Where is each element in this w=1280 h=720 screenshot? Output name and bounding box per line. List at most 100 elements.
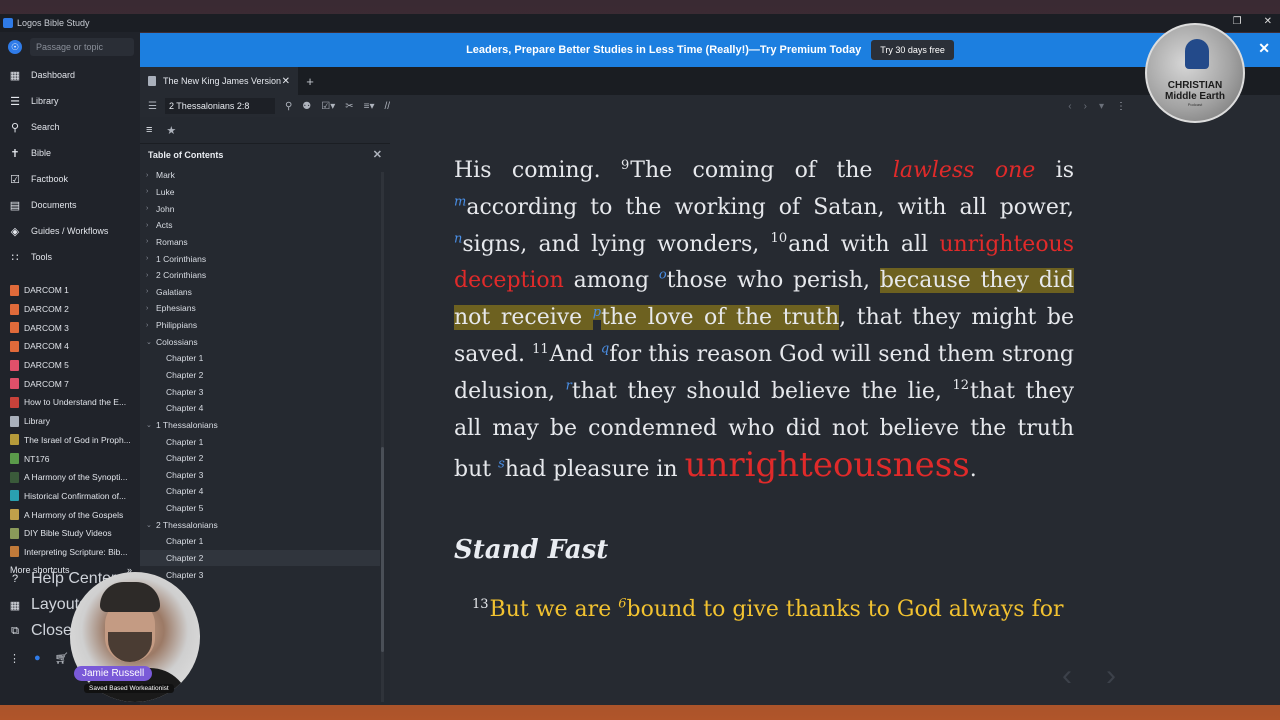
people-icon[interactable]: ⚉ xyxy=(302,101,311,112)
shortcut-item[interactable]: Historical Confirmation of... xyxy=(0,487,140,506)
cross-reference-marker[interactable]: q xyxy=(601,342,609,357)
shortcut-item[interactable]: DIY Bible Study Videos xyxy=(0,524,140,543)
shortcut-item[interactable]: Library xyxy=(0,412,140,431)
panel-menu-icon[interactable]: ⋮ xyxy=(1116,101,1126,112)
shortcut-item[interactable]: A Harmony of the Gospels xyxy=(0,505,140,524)
verse-number[interactable]: 11 xyxy=(532,342,549,357)
toc-chapter-item[interactable]: Chapter 1 xyxy=(140,533,380,550)
toc-book-item[interactable]: › Romans xyxy=(140,234,380,251)
chevron-right-icon[interactable]: › xyxy=(146,172,156,179)
toc-chapter-item[interactable]: Chapter 3 xyxy=(140,566,380,583)
toc-book-item[interactable]: › John xyxy=(140,200,380,217)
parallel-icon[interactable]: // xyxy=(385,101,391,112)
toc-chapter-item[interactable]: Chapter 3 xyxy=(140,383,380,400)
chevron-right-icon[interactable]: › xyxy=(146,272,156,279)
toc-scroll-thumb[interactable] xyxy=(381,447,384,652)
sidebar-item-dashboard[interactable]: ▦ Dashboard xyxy=(0,62,140,88)
chevron-right-icon[interactable]: › xyxy=(146,205,156,212)
chevron-right-icon[interactable]: › xyxy=(146,238,156,245)
history-dropdown-icon[interactable]: ▾ xyxy=(1099,101,1104,112)
close-banner-icon[interactable]: ✕ xyxy=(1258,40,1270,57)
sidebar-item-tools[interactable]: ∷ Tools xyxy=(0,244,140,270)
logos-home-icon[interactable]: ☉ xyxy=(8,40,22,54)
verse-number[interactable]: 10 xyxy=(771,231,788,246)
toc-chapter-item[interactable]: Chapter 4 xyxy=(140,483,380,500)
toc-book-item[interactable]: › Galatians xyxy=(140,283,380,300)
chevron-right-icon[interactable]: › xyxy=(146,288,156,295)
toc-book-item[interactable]: › Ephesians xyxy=(140,300,380,317)
chevron-down-icon[interactable]: ⌄ xyxy=(146,521,156,529)
verse-number[interactable]: 9 xyxy=(621,158,629,173)
shortcut-item[interactable]: DARCOM 2 xyxy=(0,300,140,319)
shortcut-item[interactable]: NT176 xyxy=(0,449,140,468)
next-page-icon[interactable]: › xyxy=(1106,659,1116,693)
shortcut-item[interactable]: DARCOM 4 xyxy=(0,337,140,356)
toc-chapter-item[interactable]: Chapter 2 xyxy=(140,549,380,567)
sidebar-item-factbook[interactable]: ☑ Factbook xyxy=(0,166,140,192)
text-display-icon[interactable]: ≡▾ xyxy=(364,101,375,112)
cross-reference-marker[interactable]: p xyxy=(592,304,602,320)
forward-icon[interactable]: › xyxy=(1084,101,1087,112)
toc-book-item[interactable]: › 1 Corinthians xyxy=(140,250,380,267)
toc-chapter-item[interactable]: Chapter 1 xyxy=(140,350,380,367)
shortcut-item[interactable]: Interpreting Scripture: Bib... xyxy=(0,543,140,562)
visual-filters-icon[interactable]: ☑▾ xyxy=(321,101,335,112)
back-icon[interactable]: ‹ xyxy=(1068,101,1071,112)
chevron-down-icon[interactable]: ⌄ xyxy=(146,421,156,429)
shortcut-item[interactable]: DARCOM 1 xyxy=(0,281,140,300)
inline-icon[interactable]: ✂ xyxy=(345,101,353,112)
verse-number[interactable]: 12 xyxy=(952,378,969,393)
account-icon[interactable]: ● xyxy=(34,652,41,664)
toc-book-item[interactable]: › 2 Corinthians xyxy=(140,267,380,284)
toc-book-item[interactable]: ⌄ 1 Thessalonians xyxy=(140,417,380,434)
shortcut-item[interactable]: DARCOM 7 xyxy=(0,374,140,393)
verse-number[interactable]: 13 xyxy=(472,597,489,612)
toc-list-icon[interactable]: ≡ xyxy=(146,124,152,136)
chevron-right-icon[interactable]: › xyxy=(146,305,156,312)
sidebar-item-guides[interactable]: ◈ Guides / Workflows xyxy=(0,218,140,244)
shortcut-item[interactable]: A Harmony of the Synopti... xyxy=(0,468,140,487)
highlighted-text[interactable]: the love of the truth xyxy=(601,305,840,331)
toc-book-item[interactable]: ⌄ 2 Thessalonians xyxy=(140,516,380,533)
close-tab-icon[interactable]: ✕ xyxy=(282,76,290,87)
restore-window-icon[interactable]: ❐ xyxy=(1233,16,1242,27)
sidebar-item-search[interactable]: ⚲ Search xyxy=(0,114,140,140)
sidebar-item-bible[interactable]: ✝ Bible xyxy=(0,140,140,166)
passage-search-input[interactable]: Passage or topic xyxy=(30,38,134,56)
toc-chapter-item[interactable]: Chapter 3 xyxy=(140,467,380,484)
cross-reference-marker[interactable]: m xyxy=(454,194,466,209)
cross-reference-marker[interactable]: 6 xyxy=(618,597,626,612)
toc-chapter-item[interactable]: Chapter 2 xyxy=(140,450,380,467)
tab-nkjv[interactable]: The New King James Version ✕ xyxy=(140,67,298,95)
cart-icon[interactable]: 🛒︎ xyxy=(55,652,69,665)
close-window-icon[interactable]: ✕ xyxy=(1264,16,1272,27)
chevron-right-icon[interactable]: › xyxy=(146,322,156,329)
toc-chapter-item[interactable]: Chapter 5 xyxy=(140,500,380,517)
sidebar-item-documents[interactable]: ▤ Documents xyxy=(0,192,140,218)
reference-input[interactable]: 2 Thessalonians 2:8 xyxy=(164,98,275,114)
add-tab-icon[interactable]: + xyxy=(298,67,322,95)
toc-book-item[interactable]: › Acts xyxy=(140,217,380,234)
shortcut-item[interactable]: DARCOM 5 xyxy=(0,356,140,375)
toc-book-item[interactable]: › Philippians xyxy=(140,317,380,334)
toc-book-item[interactable]: › Mark xyxy=(140,167,380,184)
more-options-icon[interactable]: ⋮ xyxy=(9,652,20,665)
shortcut-item[interactable]: DARCOM 3 xyxy=(0,318,140,337)
chevron-down-icon[interactable]: ⌄ xyxy=(146,338,156,346)
toc-book-item[interactable]: ⌄ Colossians xyxy=(140,333,380,350)
shortcut-item[interactable]: How to Understand the E... xyxy=(0,393,140,412)
cross-reference-marker[interactable]: s xyxy=(498,457,505,472)
menu-icon[interactable]: ☰ xyxy=(148,101,157,112)
chevron-right-icon[interactable]: › xyxy=(146,255,156,262)
toc-chapter-item[interactable]: Chapter 4 xyxy=(140,400,380,417)
try-free-button[interactable]: Try 30 days free xyxy=(871,40,954,60)
close-toc-icon[interactable]: ✕ xyxy=(373,148,382,161)
chevron-right-icon[interactable]: › xyxy=(146,188,156,195)
toc-chapter-item[interactable]: Chapter 2 xyxy=(140,367,380,384)
chevron-right-icon[interactable]: › xyxy=(146,222,156,229)
previous-page-icon[interactable]: ‹ xyxy=(1062,659,1072,693)
shortcut-item[interactable]: The Israel of God in Proph... xyxy=(0,431,140,450)
toc-book-item[interactable]: › Luke xyxy=(140,184,380,201)
favorites-star-icon[interactable]: ★ xyxy=(166,124,176,137)
toc-chapter-item[interactable]: Chapter 1 xyxy=(140,433,380,450)
